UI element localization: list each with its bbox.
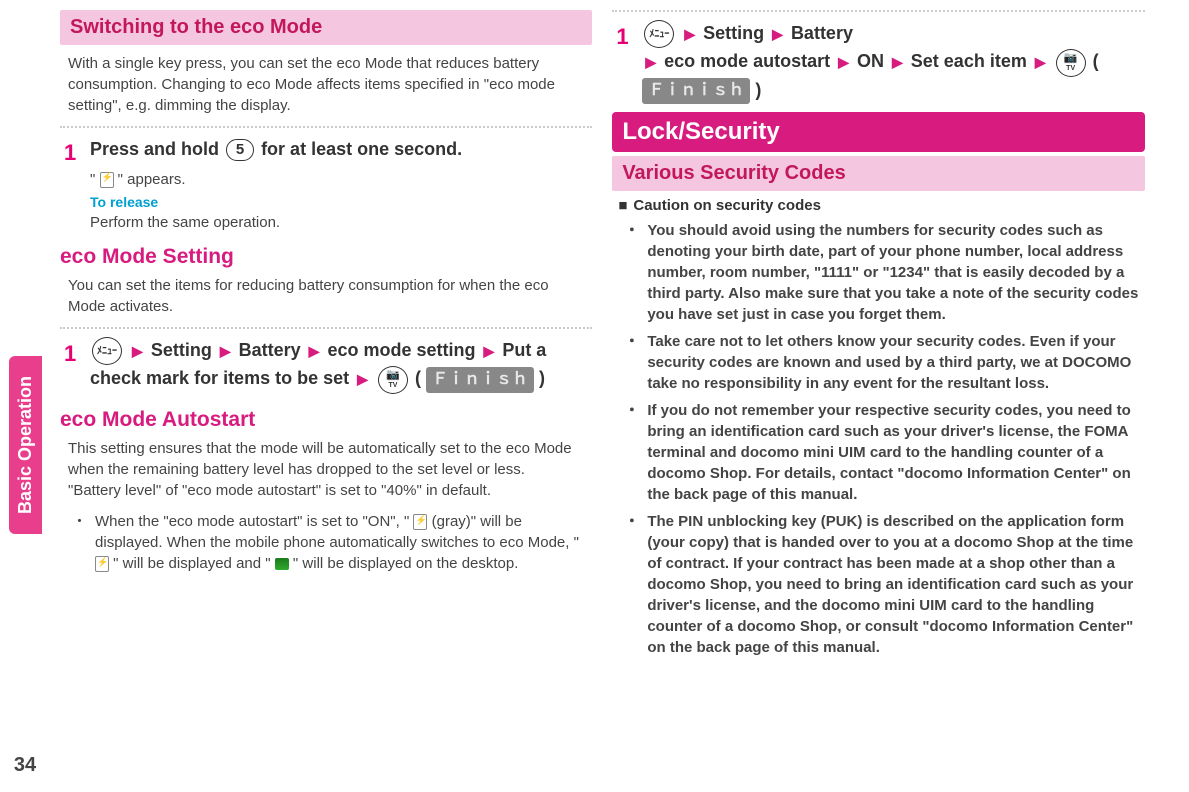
to-release-label: To release	[60, 194, 592, 210]
page-number: 34	[14, 754, 36, 777]
bullet-icon: ・	[624, 220, 639, 325]
to-release-body: Perform the same operation.	[60, 214, 592, 231]
heading-switching-eco: Switching to the eco Mode	[60, 10, 592, 45]
bullet-icon: ・	[624, 400, 639, 505]
label-autostart: eco mode autostart	[664, 51, 830, 71]
heading-security-codes: Various Security Codes	[612, 156, 1144, 191]
step-eco-setting: 1 ﾒﾆｭｰ ▶ Setting ▶ Battery ▶ eco mode se…	[60, 337, 592, 394]
label-eco-mode-setting: eco mode setting	[327, 340, 475, 360]
step1-sub-a: "	[90, 171, 100, 188]
step1-sub-b: " appears.	[114, 171, 186, 188]
sidebar-tab: Basic Operation	[9, 356, 42, 534]
caution-bullet-1: ・ You should avoid using the numbers for…	[612, 220, 1144, 325]
intro-eco-setting: You can set the items for reducing batte…	[60, 273, 592, 319]
heading-eco-mode-setting: eco Mode Setting	[60, 245, 592, 269]
caution-bullet-4-text: The PIN unblocking key (PUK) is describe…	[647, 511, 1144, 658]
page: Basic Operation 34 Switching to the eco …	[0, 0, 1189, 792]
arrow-icon: ▶	[1035, 54, 1046, 70]
caution-bullet-2-text: Take care not to let others know your se…	[647, 331, 1144, 394]
arrow-icon: ▶	[684, 26, 695, 42]
eco-icon	[95, 556, 109, 572]
arrow-icon: ▶	[645, 54, 656, 70]
bullet-autostart-note: ・ When the "eco mode autostart" is set t…	[60, 511, 592, 574]
bullet-icon: ・	[624, 511, 639, 658]
label-battery: Battery	[239, 340, 301, 360]
dotted-divider	[612, 10, 1144, 12]
caution-square-icon: ■	[618, 197, 627, 214]
sidebar: Basic Operation 34	[0, 0, 50, 792]
label-setting: Setting	[703, 23, 764, 43]
camera-key-icon: 📷TV	[1056, 49, 1086, 77]
right-column: 1 ﾒﾆｭｰ ▶ Setting ▶ Battery ▶ eco mode au…	[612, 10, 1144, 782]
step-press-hold: 1 Press and hold 5 for at least one seco…	[60, 136, 592, 163]
econavi-icon	[275, 558, 289, 570]
step1-text-b: for at least one second.	[261, 139, 462, 159]
arrow-icon: ▶	[838, 54, 849, 70]
caution-title: ■ Caution on security codes	[618, 197, 1144, 214]
eco-gray-icon	[413, 514, 427, 530]
caution-bullet-3: ・ If you do not remember your respective…	[612, 400, 1144, 505]
caution-bullet-1-text: You should avoid using the numbers for s…	[647, 220, 1144, 325]
step-number: 1	[64, 136, 76, 169]
arrow-icon: ▶	[220, 343, 231, 359]
caution-bullet-3-text: If you do not remember your respective s…	[647, 400, 1144, 505]
camera-key-icon: 📷TV	[378, 366, 408, 394]
arrow-icon: ▶	[772, 26, 783, 42]
step1-text-a: Press and hold	[90, 139, 224, 159]
step-number: 1	[64, 337, 76, 370]
eco-icon	[100, 172, 114, 188]
dotted-divider	[60, 126, 592, 128]
step-autostart-path: 1 ﾒﾆｭｰ ▶ Setting ▶ Battery ▶ eco mode au…	[612, 20, 1144, 104]
heading-lock-security: Lock/Security	[612, 112, 1144, 152]
label-setting: Setting	[151, 340, 212, 360]
caution-bullet-2: ・ Take care not to let others know your …	[612, 331, 1144, 394]
label-set-each-item: Set each item	[911, 51, 1027, 71]
bullet-icon: ・	[624, 331, 639, 394]
label-on: ON	[857, 51, 884, 71]
heading-eco-autostart: eco Mode Autostart	[60, 408, 592, 432]
label-battery: Battery	[791, 23, 853, 43]
arrow-icon: ▶	[357, 371, 368, 387]
finish-pill: Ｆｉｎｉｓｈ	[426, 367, 534, 393]
intro-switching-eco: With a single key press, you can set the…	[60, 51, 592, 118]
menu-key-icon: ﾒﾆｭｰ	[644, 20, 674, 48]
caution-bullet-4: ・ The PIN unblocking key (PUK) is descri…	[612, 511, 1144, 658]
arrow-icon: ▶	[484, 343, 495, 359]
dotted-divider	[60, 327, 592, 329]
key-5-icon: 5	[226, 139, 254, 161]
caution-text: Caution on security codes	[633, 197, 821, 214]
finish-pill: Ｆｉｎｉｓｈ	[642, 78, 750, 104]
bullet-icon: ・	[72, 511, 87, 574]
arrow-icon: ▶	[309, 343, 320, 359]
menu-key-icon: ﾒﾆｭｰ	[92, 337, 122, 365]
arrow-icon: ▶	[132, 343, 143, 359]
content-columns: Switching to the eco Mode With a single …	[50, 0, 1189, 792]
left-column: Switching to the eco Mode With a single …	[60, 10, 592, 782]
arrow-icon: ▶	[892, 54, 903, 70]
step1-sub: " " appears.	[60, 171, 592, 188]
step-number: 1	[616, 20, 628, 53]
intro-eco-autostart: This setting ensures that the mode will …	[60, 436, 592, 503]
